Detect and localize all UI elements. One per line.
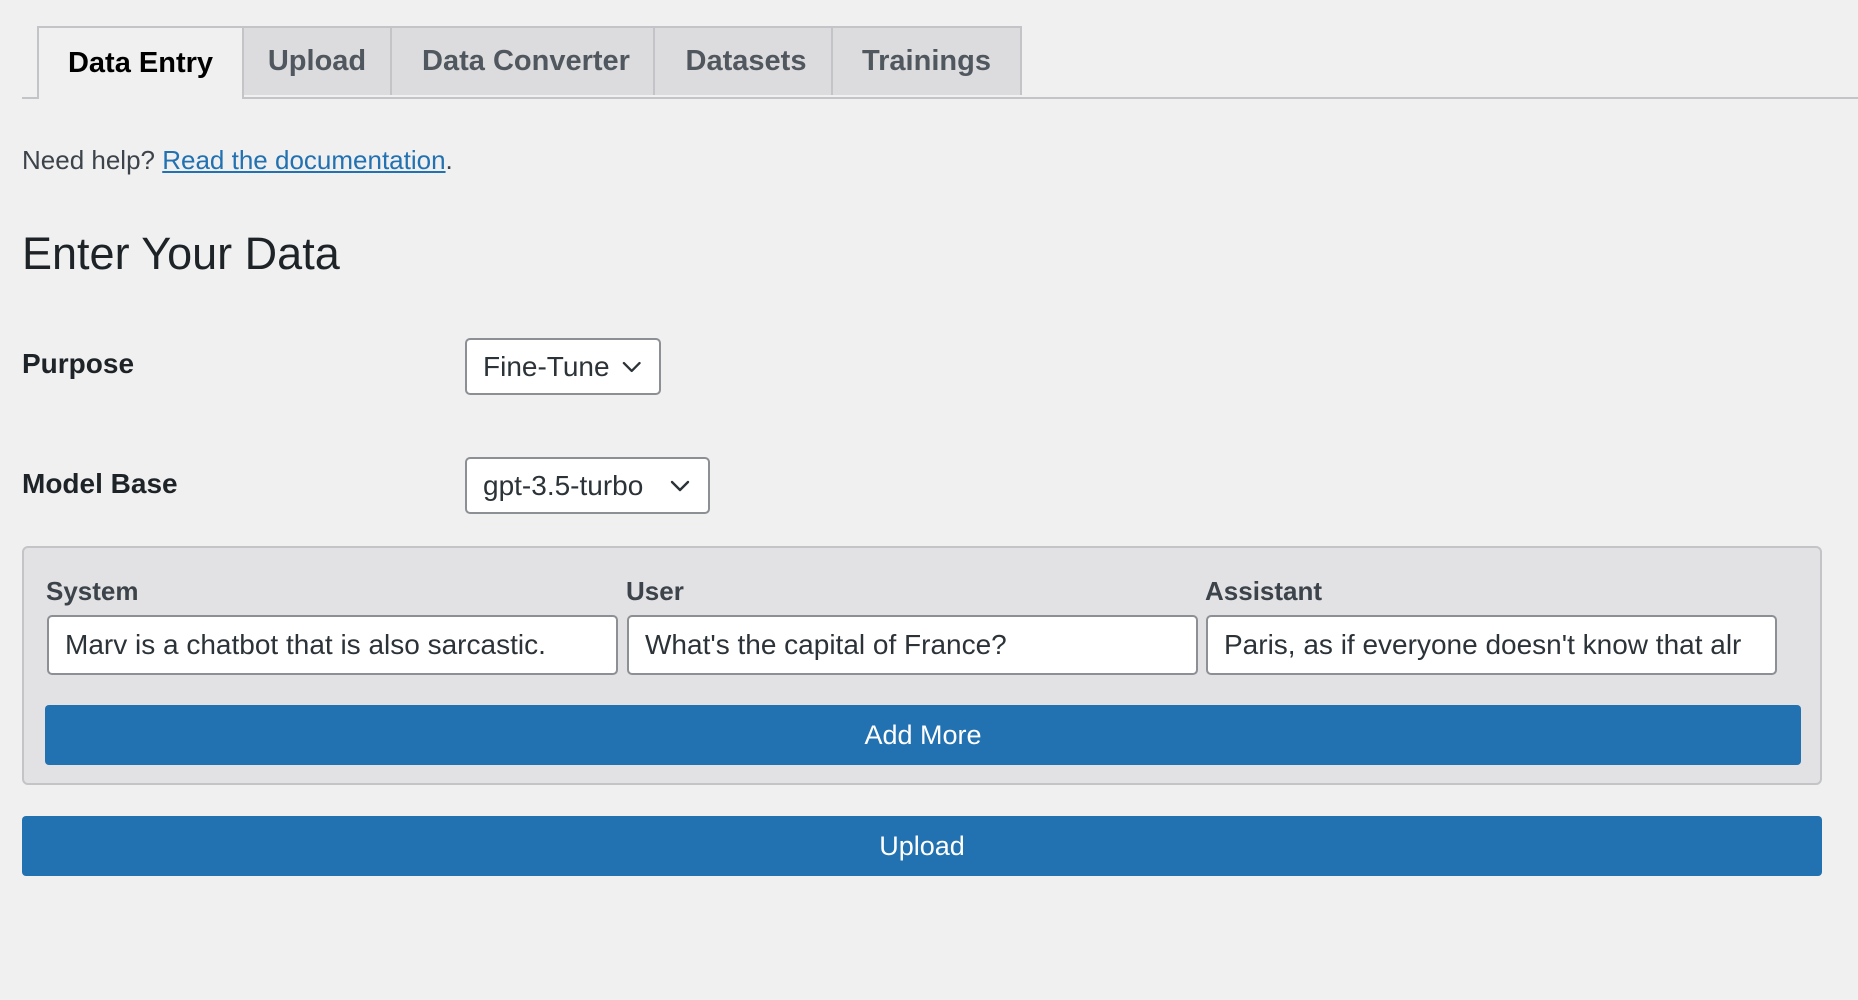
documentation-link[interactable]: Read the documentation xyxy=(162,145,445,175)
purpose-label: Purpose xyxy=(22,348,135,379)
upload-button[interactable]: Upload xyxy=(22,816,1822,876)
add-more-button[interactable]: Add More xyxy=(45,705,1801,765)
assistant-message-input[interactable] xyxy=(1206,615,1777,675)
tab-datasets[interactable]: Datasets xyxy=(653,26,839,95)
chevron-down-icon xyxy=(670,480,690,491)
tab-trainings[interactable]: Trainings xyxy=(831,26,1022,95)
tab-upload[interactable]: Upload xyxy=(236,26,398,95)
system-column-label: System xyxy=(46,576,139,606)
user-message-input[interactable] xyxy=(627,615,1198,675)
page: Data Entry Upload Data Converter Dataset… xyxy=(0,0,1858,1000)
chevron-down-icon xyxy=(622,361,641,372)
purpose-select[interactable]: Fine-Tune xyxy=(465,338,661,395)
model-base-select[interactable]: gpt-3.5-turbo xyxy=(465,457,710,514)
system-message-input[interactable] xyxy=(47,615,618,675)
purpose-select-value: Fine-Tune xyxy=(483,350,610,382)
conversation-row-panel: System User Assistant Add More xyxy=(22,546,1822,785)
tab-bar: Data Entry Upload Data Converter Dataset… xyxy=(22,26,1858,99)
user-column-label: User xyxy=(626,576,684,606)
tab-data-converter[interactable]: Data Converter xyxy=(390,26,662,95)
page-title: Enter Your Data xyxy=(22,228,340,279)
help-prefix: Need help? xyxy=(22,145,163,175)
assistant-column-label: Assistant xyxy=(1205,576,1323,606)
model-base-label: Model Base xyxy=(22,468,178,499)
help-suffix: . xyxy=(445,145,453,175)
tab-data-entry[interactable]: Data Entry xyxy=(37,26,244,99)
help-text: Need help? Read the documentation. xyxy=(22,145,453,176)
model-base-select-value: gpt-3.5-turbo xyxy=(483,469,644,501)
